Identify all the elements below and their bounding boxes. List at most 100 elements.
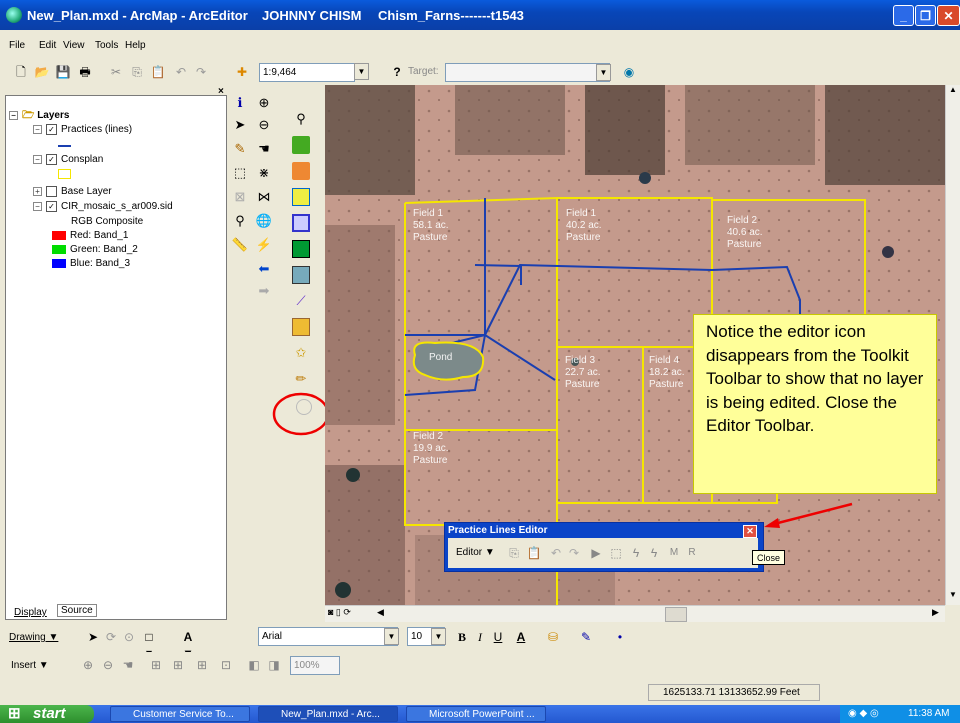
toolkit-landunits-icon[interactable] (292, 240, 310, 258)
fixed-zoom-out-icon[interactable]: ⋈ (255, 188, 273, 206)
scroll-left-icon[interactable]: ◀ (377, 607, 384, 618)
fixed-zoom-in-icon[interactable]: ⋇ (255, 164, 273, 182)
print-icon[interactable]: 🖶 (77, 64, 93, 80)
editor-undo-icon[interactable]: ↶ (548, 545, 564, 561)
editor-split-icon[interactable]: ϟ (628, 545, 644, 561)
toolkit-imagery-icon[interactable] (292, 136, 310, 154)
zoom-whole-page-icon[interactable]: ⊙ (121, 629, 137, 645)
zoom-in-icon[interactable]: ⊕ (255, 94, 273, 112)
layout-view-icon[interactable]: ◙ ▯ ⟳ (328, 607, 351, 618)
toolkit-search-icon[interactable]: ⚲ (292, 110, 310, 128)
scroll-right-icon[interactable]: ▶ (932, 607, 939, 618)
layout-pan-icon[interactable]: ☚ (120, 657, 136, 673)
scroll-down-icon[interactable]: ▼ (946, 590, 960, 604)
select-elements-icon[interactable]: ➤ (85, 629, 101, 645)
toolkit-layout-icon[interactable] (292, 214, 310, 232)
toolkit-practices-icon[interactable] (292, 266, 310, 284)
redo-icon[interactable]: ↷ (193, 64, 209, 80)
rectangle-icon[interactable]: □ ▾ (141, 629, 157, 660)
toolkit-lines-icon[interactable]: ⟋ (292, 292, 310, 310)
marker-color-icon[interactable]: • (612, 629, 628, 645)
task-powerpoint[interactable]: Microsoft PowerPoint ... (406, 706, 546, 722)
map-scale-field[interactable]: 1:9,464 (259, 63, 355, 82)
zoom-100-icon[interactable]: ⊡ (218, 657, 234, 673)
toolkit-plan-icon[interactable] (292, 188, 310, 206)
zoom-out-icon[interactable]: ⊖ (255, 116, 273, 134)
scroll-thumb[interactable] (665, 607, 687, 622)
editor-rotate-icon[interactable]: R (684, 545, 700, 561)
toolkit-star-icon[interactable]: ✩ (292, 344, 310, 362)
undo-icon[interactable]: ↶ (173, 64, 189, 80)
task-arcmap[interactable]: New_Plan.mxd - Arc... (258, 706, 398, 722)
forward-extent-icon[interactable]: ➡ (255, 282, 273, 300)
menu-tools[interactable]: Tools (95, 40, 118, 51)
go-forward-extent-icon[interactable]: ◨ (266, 657, 282, 673)
editor-reshape-icon[interactable]: ϟ (646, 545, 662, 561)
target-dropdown-arrow-icon[interactable]: ▼ (596, 64, 611, 81)
layout-zoom-out-icon[interactable]: ⊖ (100, 657, 116, 673)
cut-icon[interactable]: ✂ (108, 64, 124, 80)
layout-zoom-in-icon[interactable]: ⊕ (80, 657, 96, 673)
copy-icon[interactable]: ⎘ (129, 64, 145, 80)
fixed-zoom-out-icon[interactable]: ⊞ (194, 657, 210, 673)
select-elements-icon[interactable]: ➤ (231, 116, 249, 134)
map-horizontal-scrollbar[interactable]: ◙ ▯ ⟳ ◀ ▶ (325, 605, 945, 622)
full-extent-globe-icon[interactable]: 🌐 (255, 212, 273, 230)
toc-layer-practices[interactable]: − ✓ Practices (lines) (33, 124, 132, 135)
identify-icon[interactable]: ℹ (231, 94, 249, 112)
task-customer-service[interactable]: Customer Service To... (110, 706, 250, 722)
menu-help[interactable]: Help (125, 40, 146, 51)
font-size-dropdown-arrow-icon[interactable]: ▼ (431, 628, 446, 645)
restore-button[interactable]: ❐ (915, 5, 936, 26)
italic-icon[interactable]: I (472, 629, 488, 645)
target-layer-field[interactable] (445, 63, 610, 82)
measure-icon[interactable]: 📏 (231, 236, 249, 254)
tab-source[interactable]: Source (57, 604, 97, 617)
map-vertical-scrollbar[interactable]: ▲ ▼ (945, 85, 960, 605)
hyperlink-icon[interactable]: ⚡ (255, 236, 273, 254)
toc-layer-base[interactable]: + Base Layer (33, 186, 112, 197)
new-document-icon[interactable]: 🗋 (13, 64, 29, 80)
whats-this-help-icon[interactable]: ? (389, 64, 405, 80)
go-back-extent-icon[interactable]: ◧ (246, 657, 262, 673)
select-features-icon[interactable]: ⬚ (231, 164, 249, 182)
insert-menu-button[interactable]: Insert ▼ (11, 660, 49, 671)
zoom-whole-page-icon[interactable]: ⊞ (148, 657, 164, 673)
layout-zoom-field[interactable]: 100% (290, 656, 340, 675)
bold-icon[interactable]: B (454, 629, 470, 645)
toolkit-report-icon[interactable] (292, 318, 310, 336)
paste-icon[interactable]: 📋 (150, 64, 166, 80)
menu-edit[interactable]: Edit (39, 40, 56, 51)
pan-hand-icon[interactable]: ☚ (255, 140, 273, 158)
new-text-icon[interactable]: A ▾ (180, 629, 196, 660)
toc-layer-cir-mosaic[interactable]: − ✓ CIR_mosaic_s_ar009.sid (33, 201, 173, 212)
toc-close-icon[interactable]: × (218, 86, 224, 97)
tab-display[interactable]: Display (14, 607, 47, 618)
toc-layer-consplan[interactable]: − ✓ Consplan (33, 154, 103, 165)
close-window-button[interactable]: ✕ (937, 5, 960, 26)
start-button[interactable]: ⊞ start (0, 705, 94, 723)
line-color-icon[interactable]: ✎ (578, 629, 594, 645)
back-extent-icon[interactable]: ⬅ (255, 260, 273, 278)
tray-icons[interactable]: ◉ ◆ ◎ (848, 705, 879, 723)
menu-view[interactable]: View (63, 40, 85, 51)
editor-toolbar-close-button[interactable]: ✕ (743, 525, 757, 538)
scale-dropdown-arrow-icon[interactable]: ▼ (354, 63, 369, 80)
scroll-up-icon[interactable]: ▲ (946, 85, 960, 99)
minimize-button[interactable]: _ (893, 5, 914, 26)
menu-file[interactable]: File (9, 40, 25, 51)
editor-menu-button[interactable]: Editor ▼ (456, 547, 495, 558)
editor-sketch-icon[interactable]: ⬚ (608, 545, 624, 561)
underline-icon[interactable]: U (490, 629, 506, 645)
fixed-zoom-in-icon[interactable]: ⊞ (170, 657, 186, 673)
open-folder-icon[interactable]: 📂 (34, 64, 50, 80)
edit-tool-icon[interactable]: ✎ (231, 140, 249, 158)
save-icon[interactable]: 💾 (55, 64, 71, 80)
editor-edit-tool-icon[interactable]: ▶ (588, 545, 604, 561)
font-dropdown-arrow-icon[interactable]: ▼ (384, 628, 399, 645)
editor-toolbar-icon[interactable]: ◉ (621, 64, 637, 80)
toolkit-pencil-icon[interactable]: ✏ (292, 370, 310, 388)
add-data-icon[interactable]: ✚ (234, 64, 250, 80)
clear-selection-icon[interactable]: ⊠ (231, 188, 249, 206)
fill-color-icon[interactable]: ⛁ (545, 629, 561, 645)
